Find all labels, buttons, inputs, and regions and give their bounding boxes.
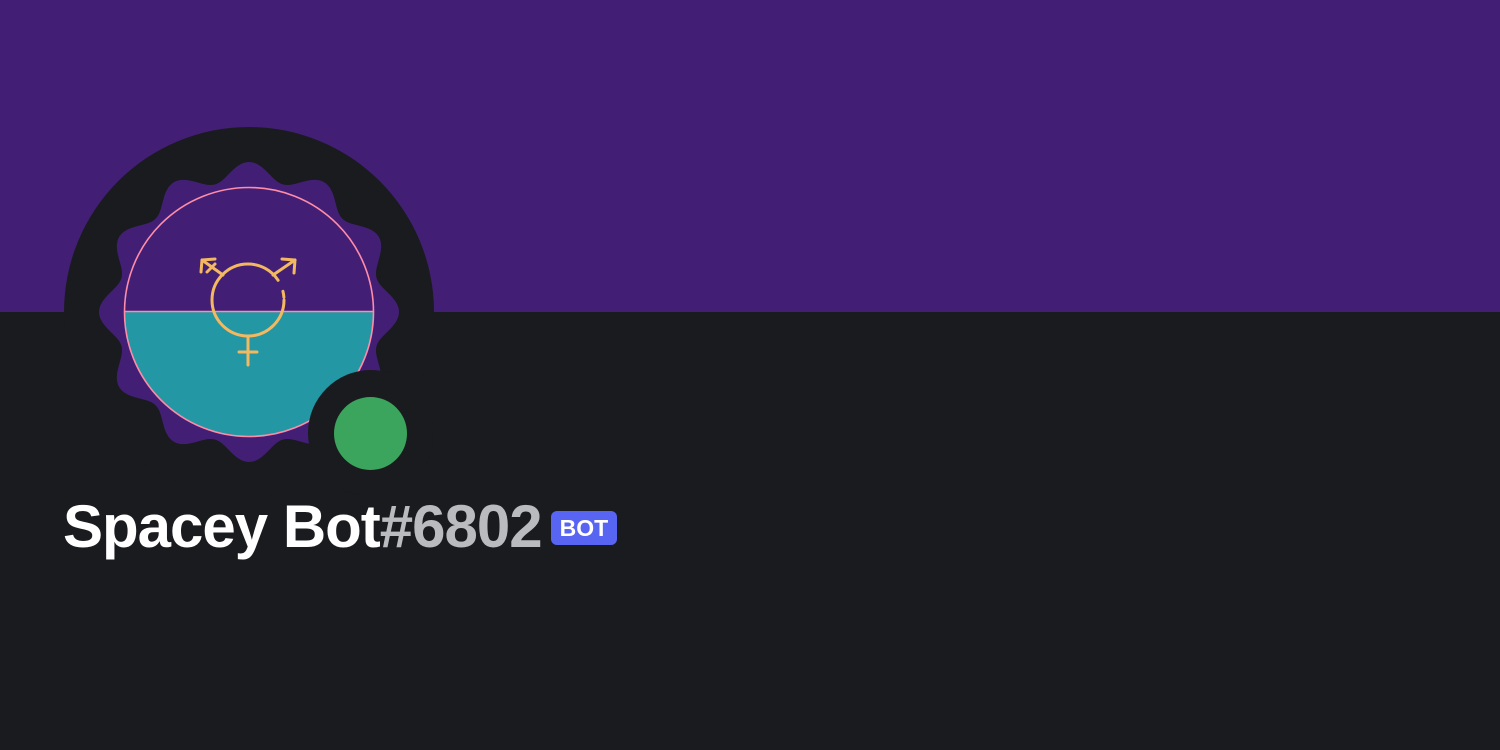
online-status-indicator (334, 397, 407, 470)
username[interactable]: Spacey Bot (63, 492, 381, 561)
bot-tag-badge: BOT (550, 511, 618, 545)
profile-card: Spacey Bot #6802 BOT (0, 0, 1500, 750)
name-row: Spacey Bot #6802 BOT (63, 488, 618, 564)
discriminator[interactable]: #6802 (380, 492, 543, 561)
